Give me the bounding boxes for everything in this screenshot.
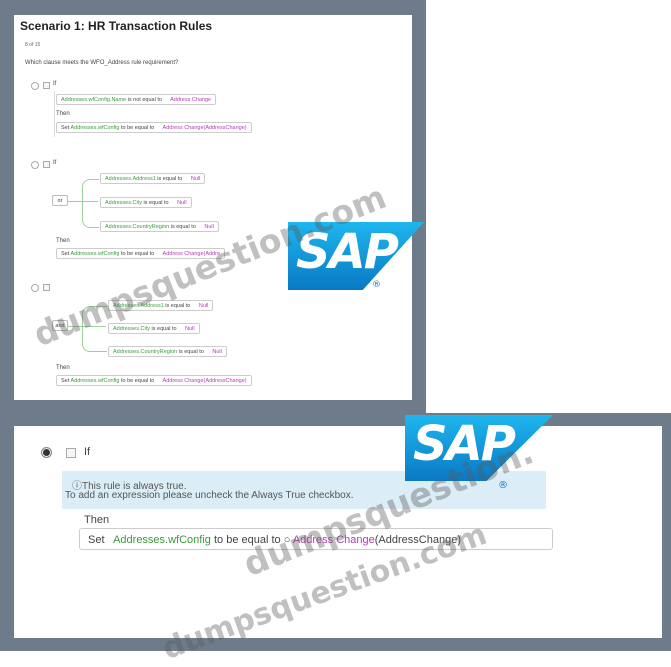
option-b-or-operator[interactable]: or <box>52 195 68 206</box>
condition-value: Null <box>177 200 187 206</box>
question-counter: 8 of 15 <box>25 42 41 48</box>
action-operator: to be equal to <box>120 251 155 257</box>
action-value: Address Change(AddressChange) <box>162 125 247 131</box>
condition-operator: is not equal to <box>127 97 162 103</box>
action-value: Address Change(AddressChange) <box>162 378 247 384</box>
action-set: Set <box>88 534 105 546</box>
condition-field: Addresses.CountryRegion <box>113 349 178 355</box>
action-field: Addresses.wfConfig <box>70 125 120 131</box>
option-c-then-label: Then <box>56 365 70 371</box>
condition-value: Null <box>198 303 209 309</box>
option-b-radio[interactable] <box>31 161 39 169</box>
action-set: Set <box>61 378 70 384</box>
condition-field: Addresses.Address1 <box>105 176 156 182</box>
condition-value: Null <box>204 224 214 230</box>
option-b-branch-top <box>82 179 99 202</box>
page-title: Scenario 1: HR Transaction Rules <box>20 19 213 33</box>
sap-logo-registered: ® <box>372 280 381 290</box>
condition-value: Null <box>212 349 222 355</box>
option-b-if-label: If <box>53 160 57 166</box>
option-a-if-label: If <box>53 81 57 87</box>
condition-operator: is equal to <box>165 303 191 309</box>
action-operator: to be equal to <box>120 378 155 384</box>
option-a-then-label: Then <box>56 111 70 117</box>
condition-field: Addresses.wfConfig.Name <box>61 97 127 103</box>
condition-operator: is equal to <box>170 224 196 230</box>
action-operator: to be equal to <box>120 125 155 131</box>
condition-operator: is equal to <box>178 349 204 355</box>
condition-operator: is equal to <box>157 176 183 182</box>
option-a-radio[interactable] <box>31 82 39 90</box>
action-set: Set <box>61 125 70 131</box>
action-field: Addresses.wfConfig <box>113 534 211 546</box>
then-label: Then <box>84 514 110 526</box>
option-b-checkbox[interactable] <box>43 161 50 168</box>
condition-field: Addresses.City <box>113 326 150 332</box>
condition-value: Null <box>190 176 201 182</box>
info-line-2: To add an expression please uncheck the … <box>65 490 354 501</box>
action-field: Addresses.wfConfig <box>70 378 120 384</box>
condition-value: Address Change <box>170 97 212 103</box>
if-label: If <box>84 446 91 458</box>
option-c-action[interactable]: Set Addresses.wfConfig to be equal to Ad… <box>56 375 252 386</box>
option-a-checkbox[interactable] <box>43 82 50 89</box>
always-true-checkbox[interactable] <box>66 448 76 458</box>
question-text: Which clause meets the WFO_Address rule … <box>25 60 179 66</box>
condition-operator: is equal to <box>151 326 177 332</box>
option-b-condition-1[interactable]: Addresses.Address1 is equal to Null <box>100 173 206 184</box>
condition-value: Null <box>185 326 195 332</box>
option-b-branch-bottom <box>82 201 99 228</box>
option-c-condition-3[interactable]: Addresses.CountryRegion is equal to Null <box>108 346 227 357</box>
option-c-radio[interactable] <box>31 284 39 292</box>
option-c-checkbox[interactable] <box>43 284 50 291</box>
option-b-join-line <box>68 201 82 202</box>
action-field: Addresses.wfConfig <box>70 251 120 257</box>
option-b-condition-3[interactable]: Addresses.CountryRegion is equal to Null <box>100 221 219 232</box>
option-a-condition[interactable]: Addresses.wfConfig.Name is not equal to … <box>56 94 217 105</box>
condition-operator: is equal to <box>143 200 169 206</box>
option-b-condition-2[interactable]: Addresses.City is equal to Null <box>100 197 192 208</box>
condition-field: Addresses.City <box>105 200 142 206</box>
option-a-connector <box>54 91 55 137</box>
condition-field: Addresses.CountryRegion <box>105 224 170 230</box>
option-b-then-label: Then <box>56 238 70 244</box>
option-c-condition-2[interactable]: Addresses.City is equal to Null <box>108 323 200 334</box>
always-true-radio[interactable] <box>41 447 52 458</box>
option-a-action[interactable]: Set Addresses.wfConfig to be equal to Ad… <box>56 122 252 133</box>
action-set: Set <box>61 251 70 257</box>
